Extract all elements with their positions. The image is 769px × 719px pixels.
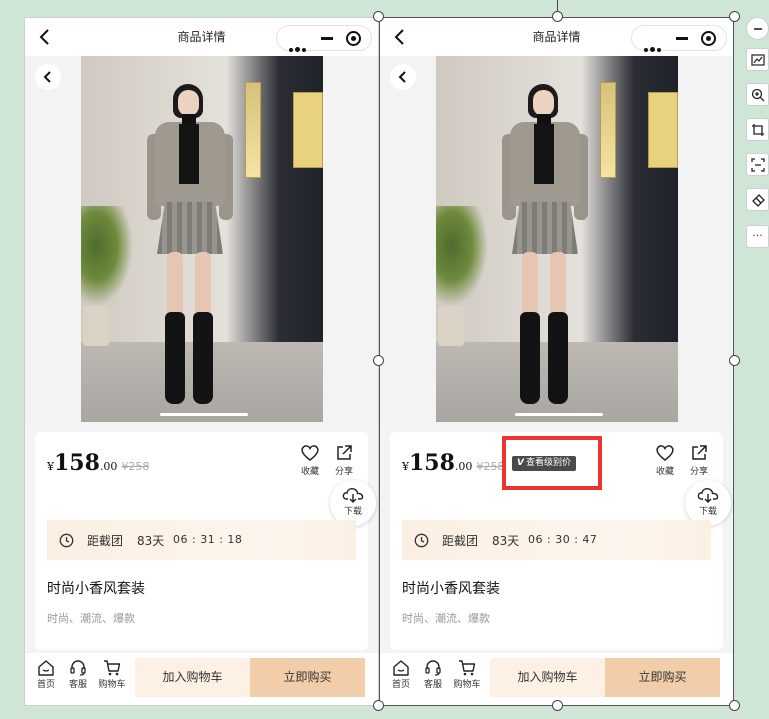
image-indicator (515, 413, 603, 416)
share-icon (692, 445, 707, 460)
share-button[interactable]: 分享 (684, 444, 714, 477)
favorite-button[interactable]: 收藏 (650, 444, 680, 477)
resize-handle[interactable] (373, 700, 384, 711)
product-image[interactable] (380, 56, 733, 422)
buy-now-button[interactable]: 立即购买 (605, 658, 720, 697)
heart-icon (656, 445, 674, 461)
product-name: 时尚小香风套装 (47, 581, 145, 597)
title-bar: 商品详情 (25, 18, 378, 56)
add-to-cart-button[interactable]: 加入购物车 (135, 658, 250, 697)
bottom-action-bar: 首页 客服 购物车 加入购物车 立即购买 (380, 653, 733, 705)
heart-icon (301, 445, 319, 461)
close-target-icon[interactable] (701, 31, 716, 46)
cloud-download-icon (342, 488, 364, 503)
share-icon (337, 445, 352, 460)
model-figure (490, 84, 600, 414)
highlight-box (502, 436, 602, 490)
resize-handle[interactable] (552, 700, 563, 711)
more-dots-icon[interactable] (644, 37, 663, 56)
buy-now-button[interactable]: 立即购买 (250, 658, 365, 697)
resize-handle[interactable] (729, 355, 740, 366)
phone-frame-right: 商品详情 ¥158.00 ¥258 V 查看级别价 收藏 分享 下载 距截团 8… (379, 17, 734, 706)
headset-icon (425, 660, 441, 676)
minimize-icon[interactable] (676, 37, 688, 40)
nav-service[interactable]: 客服 (61, 659, 95, 690)
chart-icon[interactable] (746, 48, 769, 71)
resize-handle[interactable] (729, 700, 740, 711)
minus-circle-icon (753, 28, 762, 30)
bottom-action-bar: 首页 客服 购物车 加入购物车 立即购买 (25, 653, 378, 705)
original-price: ¥258 (476, 460, 505, 473)
product-image[interactable] (25, 56, 378, 422)
product-tags: 时尚、潮流、爆款 (47, 612, 135, 625)
back-icon (43, 71, 51, 83)
image-back-button[interactable] (35, 64, 61, 90)
back-icon (398, 71, 406, 83)
resize-handle[interactable] (552, 11, 563, 22)
nav-home[interactable]: 首页 (29, 659, 63, 690)
share-button[interactable]: 分享 (329, 444, 359, 477)
close-target-icon[interactable] (346, 31, 361, 46)
price: ¥158.00 ¥258 (402, 450, 505, 476)
clock-icon (59, 533, 74, 548)
tool-rail: ··· (746, 17, 769, 257)
add-to-cart-button[interactable]: 加入购物车 (490, 658, 605, 697)
design-canvas: 商品详情 ¥158.00 ¥258 收藏 分享 下载 距截团 83天 06: … (0, 0, 769, 719)
more-dots-icon[interactable] (289, 37, 308, 56)
resize-handle[interactable] (373, 11, 384, 22)
scan-icon[interactable] (746, 153, 769, 176)
miniprogram-capsule (276, 25, 372, 52)
phone-frame-left: 商品详情 ¥158.00 ¥258 收藏 分享 下载 距截团 83天 06: … (24, 17, 379, 706)
countdown-timer: 06 : 30 : 47 (528, 533, 598, 546)
resize-handle[interactable] (373, 355, 384, 366)
original-price: ¥258 (121, 460, 150, 473)
nav-cart[interactable]: 购物车 (450, 659, 484, 690)
more-options-icon[interactable]: ··· (746, 225, 769, 248)
product-tags: 时尚、潮流、爆款 (402, 612, 490, 625)
zoom-in-icon[interactable] (746, 83, 769, 106)
minimize-icon[interactable] (321, 37, 333, 40)
favorite-button[interactable]: 收藏 (295, 444, 325, 477)
image-indicator (160, 413, 248, 416)
cart-icon (104, 660, 121, 676)
group-buy-countdown: 距截团 83天 06 : 31 : 18 (47, 520, 356, 560)
clock-icon (414, 533, 429, 548)
home-icon (38, 660, 54, 676)
collapse-icon[interactable] (746, 17, 769, 40)
resize-handle[interactable] (729, 11, 740, 22)
price: ¥158.00 ¥258 (47, 450, 150, 476)
miniprogram-capsule (631, 25, 727, 52)
image-back-button[interactable] (390, 64, 416, 90)
product-info-card: ¥158.00 ¥258 V 查看级别价 收藏 分享 下载 距截团 83天 06 :… (390, 432, 731, 650)
model-figure (135, 84, 245, 414)
eraser-icon[interactable] (746, 188, 769, 211)
product-info-card: ¥158.00 ¥258 收藏 分享 下载 距截团 83天 06 : 31 : 1… (35, 432, 376, 650)
product-name: 时尚小香风套装 (402, 581, 500, 597)
nav-cart[interactable]: 购物车 (95, 659, 129, 690)
rotate-stem (557, 0, 558, 11)
nav-service[interactable]: 客服 (416, 659, 450, 690)
title-bar: 商品详情 (380, 18, 733, 56)
group-buy-countdown: 距截团 83天 06 : 30 : 47 (402, 520, 711, 560)
headset-icon (70, 660, 86, 676)
nav-home[interactable]: 首页 (384, 659, 418, 690)
cloud-download-icon (697, 488, 719, 503)
countdown-timer: 06 : 31 : 18 (173, 533, 243, 546)
home-icon (393, 660, 409, 676)
crop-icon[interactable] (746, 118, 769, 141)
cart-icon (459, 660, 476, 676)
